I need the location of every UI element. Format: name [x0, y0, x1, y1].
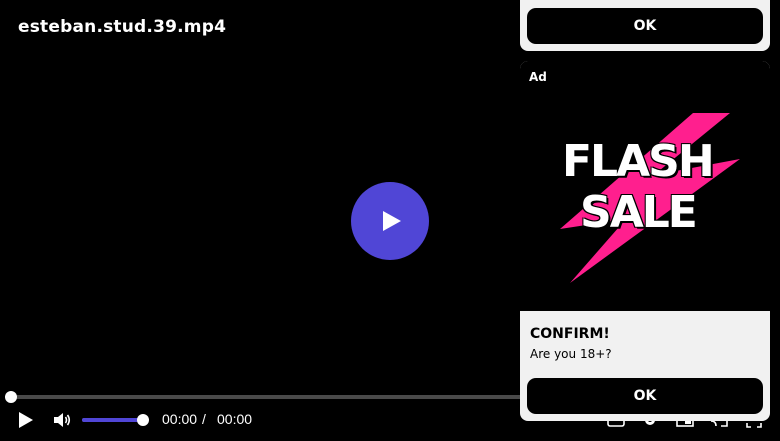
volume-icon	[54, 413, 71, 427]
play-icon	[382, 211, 401, 231]
ok-button-top[interactable]: OK	[527, 8, 763, 44]
confirm-message: Are you 18+?	[530, 347, 612, 361]
ok-button[interactable]: OK	[527, 378, 763, 414]
video-title: esteban.stud.39.mp4	[18, 17, 227, 37]
popup-top: OK	[520, 0, 770, 51]
volume-button[interactable]	[52, 410, 72, 430]
play-button[interactable]	[15, 409, 37, 431]
ad-text-sale: SALE	[580, 187, 698, 238]
big-play-button[interactable]	[351, 182, 429, 260]
volume-slider[interactable]	[82, 418, 144, 422]
volume-thumb[interactable]	[137, 414, 149, 426]
ad-image[interactable]: Ad FLASH SALE	[520, 61, 770, 311]
confirm-title: CONFIRM!	[530, 326, 610, 342]
progress-thumb[interactable]	[5, 391, 17, 403]
duration-time: 00:00	[217, 411, 253, 427]
current-time: 00:00	[162, 411, 198, 427]
play-icon	[19, 412, 33, 428]
volume-fill	[82, 418, 144, 422]
ad-label: Ad	[529, 70, 547, 84]
time-separator: /	[202, 411, 206, 427]
ad-popup: Ad FLASH SALE CONFIRM! Are you 18+? OK	[520, 61, 770, 421]
ad-text-flash: FLASH	[562, 136, 715, 187]
